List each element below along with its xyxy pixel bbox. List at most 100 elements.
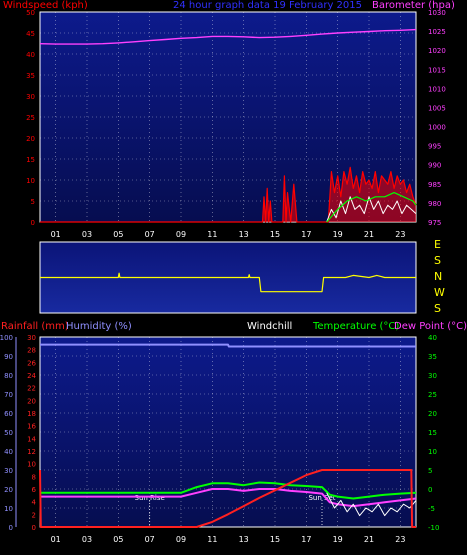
rain-tick-2: 2 bbox=[32, 511, 36, 519]
windspeed-tick-30: 30 bbox=[26, 93, 35, 101]
windchill-label: Windchill bbox=[247, 321, 293, 332]
wind-xtick-01: 01 bbox=[51, 230, 61, 239]
humidity-tick-10: 10 bbox=[4, 505, 13, 513]
clim-xtick-07: 07 bbox=[145, 535, 155, 544]
direction-panel bbox=[39, 241, 417, 314]
weather-chart: 0510152025303540455097598098599099510001… bbox=[0, 0, 467, 555]
wind-xtick-11: 11 bbox=[207, 230, 217, 239]
clim-xtick-21: 21 bbox=[364, 535, 374, 544]
rain-tick-28: 28 bbox=[27, 347, 36, 355]
windspeed-tick-20: 20 bbox=[26, 135, 35, 143]
clim-xtick-09: 09 bbox=[176, 535, 186, 544]
rain-tick-0: 0 bbox=[32, 524, 36, 532]
humidity-tick-60: 60 bbox=[4, 410, 13, 418]
clim-xtick-01: 01 bbox=[51, 535, 61, 544]
rain-tick-12: 12 bbox=[27, 448, 36, 456]
barometer-tick-995: 995 bbox=[428, 143, 441, 151]
temp-tick--10: -10 bbox=[428, 524, 439, 532]
wind-xtick-09: 09 bbox=[176, 230, 186, 239]
compass-label-n: N bbox=[434, 270, 443, 283]
humidity-tick-30: 30 bbox=[4, 467, 13, 475]
dewpoint-axis-label: Dew Point (°C) bbox=[394, 321, 467, 332]
sunrise-label: Sun Rise bbox=[135, 494, 165, 502]
climate-panel: 0102030405060708090100024681012141618202… bbox=[0, 334, 439, 544]
temp-tick-35: 35 bbox=[428, 353, 437, 361]
windspeed-axis-label: Windspeed (kph) bbox=[3, 0, 88, 11]
clim-xtick-13: 13 bbox=[239, 535, 249, 544]
compass-label-e: E bbox=[434, 238, 441, 251]
rain-tick-30: 30 bbox=[27, 334, 36, 342]
temp-tick-0: 0 bbox=[428, 486, 432, 494]
barometer-tick-1015: 1015 bbox=[428, 66, 446, 74]
clim-xtick-03: 03 bbox=[82, 535, 92, 544]
windspeed-tick-0: 0 bbox=[31, 219, 35, 227]
wind-xtick-23: 23 bbox=[395, 230, 405, 239]
windspeed-tick-25: 25 bbox=[26, 114, 35, 122]
rain-tick-6: 6 bbox=[32, 486, 37, 494]
wind-xtick-07: 07 bbox=[145, 230, 155, 239]
temp-tick-5: 5 bbox=[428, 467, 432, 475]
temp-tick-15: 15 bbox=[428, 429, 437, 437]
temperature-axis-label: Temperature (°C) bbox=[313, 321, 400, 332]
chart-title: 24 hour graph data 19 February 2015 bbox=[173, 0, 362, 11]
wind-xtick-19: 19 bbox=[333, 230, 343, 239]
compass-label-w: W bbox=[434, 286, 445, 299]
wind-xtick-05: 05 bbox=[113, 230, 123, 239]
windspeed-tick-15: 15 bbox=[26, 156, 35, 164]
windspeed-tick-45: 45 bbox=[26, 30, 35, 38]
barometer-axis-label: Barometer (hpa) bbox=[372, 0, 455, 11]
rain-tick-16: 16 bbox=[27, 423, 36, 431]
windspeed-tick-40: 40 bbox=[26, 51, 35, 59]
clim-xtick-05: 05 bbox=[113, 535, 123, 544]
clim-xtick-15: 15 bbox=[270, 535, 280, 544]
clim-xtick-19: 19 bbox=[333, 535, 343, 544]
barometer-tick-980: 980 bbox=[428, 200, 441, 208]
windspeed-tick-5: 5 bbox=[31, 198, 35, 206]
temp-tick-25: 25 bbox=[428, 391, 437, 399]
compass-label-s-top: S bbox=[434, 254, 441, 267]
humidity-tick-20: 20 bbox=[4, 486, 13, 494]
clim-xtick-17: 17 bbox=[301, 535, 311, 544]
clim-xtick-23: 23 bbox=[395, 535, 405, 544]
barometer-tick-1010: 1010 bbox=[428, 85, 446, 93]
humidity-tick-100: 100 bbox=[0, 334, 13, 342]
rain-tick-8: 8 bbox=[32, 473, 36, 481]
humidity-tick-70: 70 bbox=[4, 391, 13, 399]
wind-xtick-21: 21 bbox=[364, 230, 374, 239]
humidity-tick-90: 90 bbox=[4, 353, 13, 361]
compass-label-s-bottom: S bbox=[434, 302, 441, 315]
wind-xtick-13: 13 bbox=[239, 230, 249, 239]
humidity-tick-50: 50 bbox=[4, 429, 13, 437]
rain-tick-22: 22 bbox=[27, 385, 36, 393]
barometer-tick-990: 990 bbox=[428, 162, 441, 170]
temp-tick-40: 40 bbox=[428, 334, 437, 342]
temp-tick-20: 20 bbox=[428, 410, 437, 418]
barometer-tick-1005: 1005 bbox=[428, 104, 446, 112]
barometer-tick-1025: 1025 bbox=[428, 28, 446, 36]
temp-tick-10: 10 bbox=[428, 448, 437, 456]
temp-tick-30: 30 bbox=[428, 372, 437, 380]
rain-tick-26: 26 bbox=[27, 359, 36, 367]
rain-tick-4: 4 bbox=[32, 499, 37, 507]
windspeed-tick-10: 10 bbox=[26, 177, 35, 185]
wind-xtick-03: 03 bbox=[82, 230, 92, 239]
humidity-tick-0: 0 bbox=[9, 524, 13, 532]
rain-tick-10: 10 bbox=[27, 461, 36, 469]
barometer-tick-985: 985 bbox=[428, 181, 441, 189]
barometer-tick-975: 975 bbox=[428, 219, 441, 227]
wind-xtick-17: 17 bbox=[301, 230, 311, 239]
barometer-tick-1020: 1020 bbox=[428, 47, 446, 55]
windspeed-tick-35: 35 bbox=[26, 72, 35, 80]
rain-tick-18: 18 bbox=[27, 410, 36, 418]
humidity-tick-40: 40 bbox=[4, 448, 13, 456]
humidity-tick-80: 80 bbox=[4, 372, 13, 380]
humidity-axis-label: Humidity (%) bbox=[66, 321, 132, 332]
wind-panel: 0510152025303540455097598098599099510001… bbox=[26, 9, 446, 239]
temp-tick--5: -5 bbox=[428, 505, 435, 513]
barometer-tick-1000: 1000 bbox=[428, 124, 446, 132]
wind-xtick-15: 15 bbox=[270, 230, 280, 239]
rain-tick-24: 24 bbox=[27, 372, 36, 380]
clim-xtick-11: 11 bbox=[207, 535, 217, 544]
rain-tick-14: 14 bbox=[27, 435, 36, 443]
rainfall-axis-label: Rainfall (mm) bbox=[1, 321, 69, 332]
